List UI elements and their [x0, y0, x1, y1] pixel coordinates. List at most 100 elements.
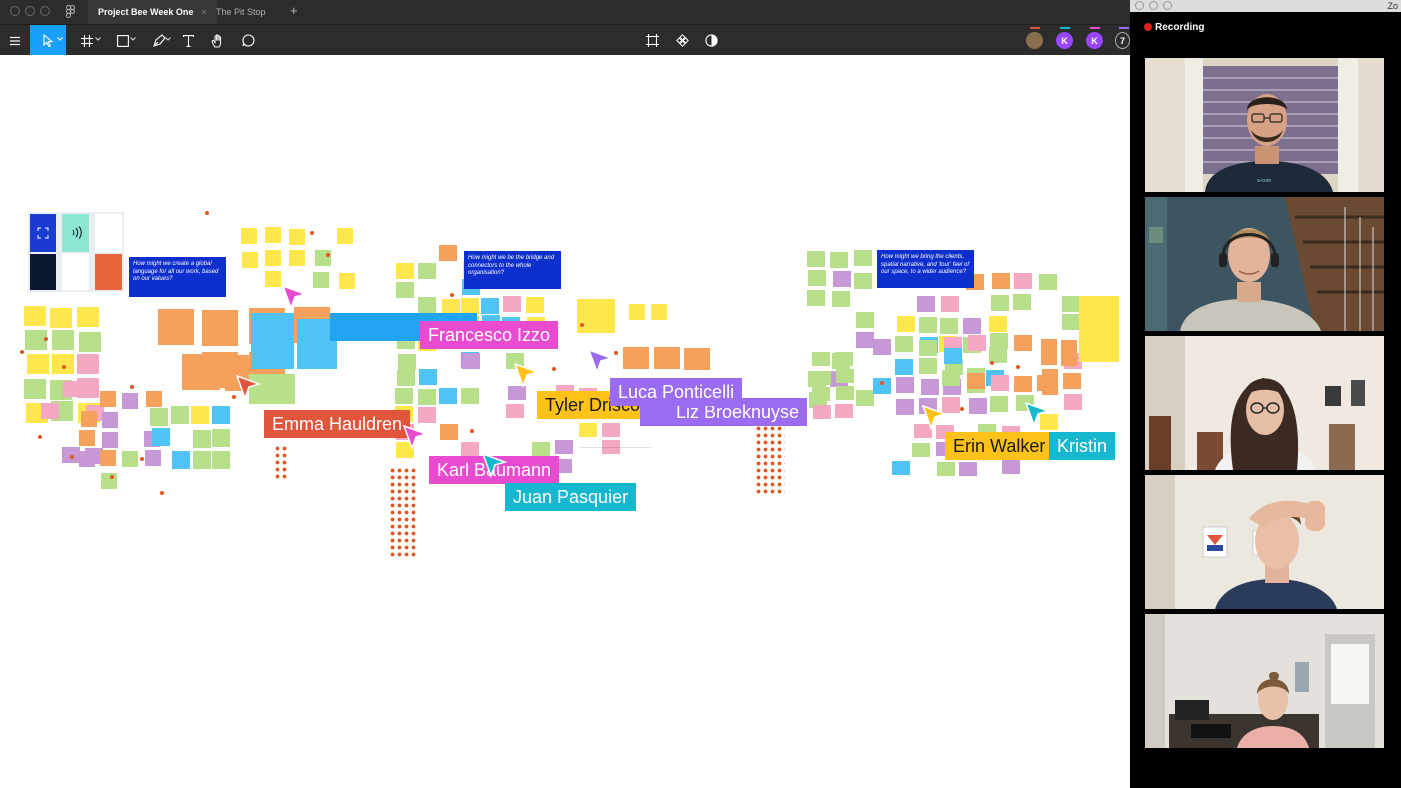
- window-close-button[interactable]: [10, 6, 20, 16]
- sticky-note[interactable]: [1062, 296, 1080, 312]
- crop-button[interactable]: [636, 25, 668, 56]
- sticky-note[interactable]: [289, 229, 305, 245]
- sticky-note[interactable]: [212, 406, 230, 424]
- sticky-note[interactable]: [265, 227, 281, 243]
- sticky-note[interactable]: [212, 451, 230, 469]
- sticky-note[interactable]: [991, 295, 1009, 311]
- sticky-note[interactable]: [171, 406, 189, 424]
- sticky-note[interactable]: [808, 270, 826, 286]
- sticky-note[interactable]: [418, 297, 436, 313]
- sticky-note[interactable]: [396, 282, 414, 298]
- contrast-button[interactable]: [695, 25, 727, 56]
- sticky-note[interactable]: [1014, 273, 1032, 289]
- collaborator-avatar[interactable]: K: [1056, 32, 1073, 49]
- sticky-note[interactable]: [832, 291, 850, 307]
- participant-video[interactable]: [1145, 475, 1384, 609]
- sticky-note[interactable]: [418, 389, 436, 405]
- sticky-note[interactable]: [418, 263, 436, 279]
- sticky-note[interactable]: [991, 375, 1009, 391]
- sticky-note[interactable]: [835, 404, 853, 418]
- sticky-note[interactable]: [830, 252, 848, 268]
- sticky-note[interactable]: [856, 390, 874, 406]
- sticky-note[interactable]: [940, 318, 958, 334]
- sticky-note[interactable]: [503, 296, 521, 312]
- sticky-note[interactable]: [77, 354, 99, 374]
- sticky-note[interactable]: [398, 354, 416, 370]
- sticky-note[interactable]: [684, 348, 710, 370]
- sticky-note[interactable]: [339, 273, 355, 289]
- sticky-note[interactable]: [462, 353, 480, 369]
- sticky-note[interactable]: [396, 263, 414, 279]
- sticky-note[interactable]: [937, 462, 955, 476]
- sticky-note[interactable]: [921, 379, 939, 395]
- sticky-note[interactable]: [651, 304, 667, 320]
- sticky-note[interactable]: [202, 310, 238, 346]
- sticky-note[interactable]: [602, 423, 620, 437]
- sticky-note[interactable]: [1013, 294, 1031, 310]
- move-tool-button[interactable]: [30, 25, 66, 56]
- sticky-note[interactable]: [944, 348, 962, 364]
- sticky-note[interactable]: [919, 317, 937, 333]
- phone-mockups[interactable]: [28, 212, 124, 292]
- sticky-note[interactable]: [212, 429, 230, 447]
- sticky-note[interactable]: [265, 271, 281, 287]
- sticky-note[interactable]: [968, 335, 986, 351]
- components-button[interactable]: [666, 25, 698, 56]
- sticky-note[interactable]: [967, 373, 985, 389]
- sticky-note[interactable]: [856, 332, 874, 348]
- sticky-note[interactable]: [145, 450, 161, 466]
- sticky-note[interactable]: [27, 354, 49, 374]
- sticky-note[interactable]: [337, 228, 353, 244]
- sticky-note[interactable]: [1064, 394, 1082, 410]
- sticky-note[interactable]: [418, 407, 436, 423]
- sticky-note[interactable]: [102, 432, 118, 448]
- sticky-note[interactable]: [419, 369, 437, 385]
- participant-video[interactable]: a-core: [1145, 58, 1384, 192]
- sticky-note[interactable]: [395, 388, 413, 404]
- sticky-note[interactable]: [942, 370, 960, 386]
- sticky-note[interactable]: [41, 403, 59, 419]
- new-tab-button[interactable]: +: [280, 0, 308, 24]
- comment-tool-button[interactable]: [232, 25, 264, 56]
- sticky-note[interactable]: [989, 316, 1007, 332]
- sticky-note[interactable]: [919, 340, 937, 356]
- sticky-note[interactable]: [835, 352, 853, 366]
- sticky-note[interactable]: [265, 250, 281, 266]
- sticky-note[interactable]: [24, 379, 46, 399]
- sticky-note[interactable]: [896, 377, 914, 393]
- sticky-note[interactable]: [526, 297, 544, 313]
- window-close-button[interactable]: [1135, 1, 1144, 10]
- sticky-note[interactable]: [77, 307, 99, 327]
- sticky-note[interactable]: [81, 411, 97, 427]
- sticky-note[interactable]: [50, 308, 72, 328]
- sticky-note[interactable]: [807, 290, 825, 306]
- sticky-note[interactable]: [623, 347, 649, 369]
- more-collaborators-badge[interactable]: 7: [1115, 32, 1130, 49]
- sticky-note[interactable]: [813, 371, 831, 385]
- sticky-note[interactable]: [191, 406, 209, 424]
- sticky-note[interactable]: [150, 408, 168, 426]
- sticky-note[interactable]: [146, 391, 162, 407]
- participant-video[interactable]: [1145, 197, 1384, 331]
- sticky-note[interactable]: [813, 405, 831, 419]
- window-zoom-button[interactable]: [1163, 1, 1172, 10]
- sticky-note[interactable]: [397, 370, 415, 386]
- sticky-note[interactable]: [812, 352, 830, 366]
- sticky-note[interactable]: [172, 451, 190, 469]
- sticky-note[interactable]: [807, 251, 825, 267]
- sticky-note[interactable]: [152, 428, 170, 446]
- window-zoom-button[interactable]: [40, 6, 50, 16]
- sticky-note[interactable]: [654, 347, 680, 369]
- sticky-note[interactable]: [895, 359, 913, 375]
- sticky-note[interactable]: [854, 273, 872, 289]
- sticky-note[interactable]: [182, 354, 220, 390]
- sticky-note[interactable]: [896, 399, 914, 415]
- sticky-note[interactable]: [836, 369, 854, 383]
- sticky-note[interactable]: [79, 332, 101, 352]
- sticky-note[interactable]: [856, 312, 874, 328]
- sticky-note[interactable]: [990, 396, 1008, 412]
- sticky-note[interactable]: [63, 381, 81, 397]
- sticky-note[interactable]: [52, 330, 74, 350]
- sticky-note[interactable]: [969, 398, 987, 414]
- sticky-note[interactable]: [836, 386, 854, 400]
